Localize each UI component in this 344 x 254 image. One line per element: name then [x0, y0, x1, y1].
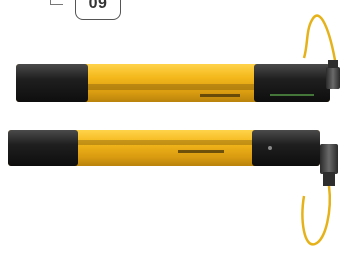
m12-connector-icon [326, 60, 340, 89]
light-curtain-bottom [8, 130, 320, 166]
bottom-cable [301, 185, 331, 246]
m12-connector-icon [320, 144, 338, 186]
product-photo [8, 14, 340, 246]
light-curtain-top [16, 64, 330, 102]
top-cable [302, 14, 338, 67]
